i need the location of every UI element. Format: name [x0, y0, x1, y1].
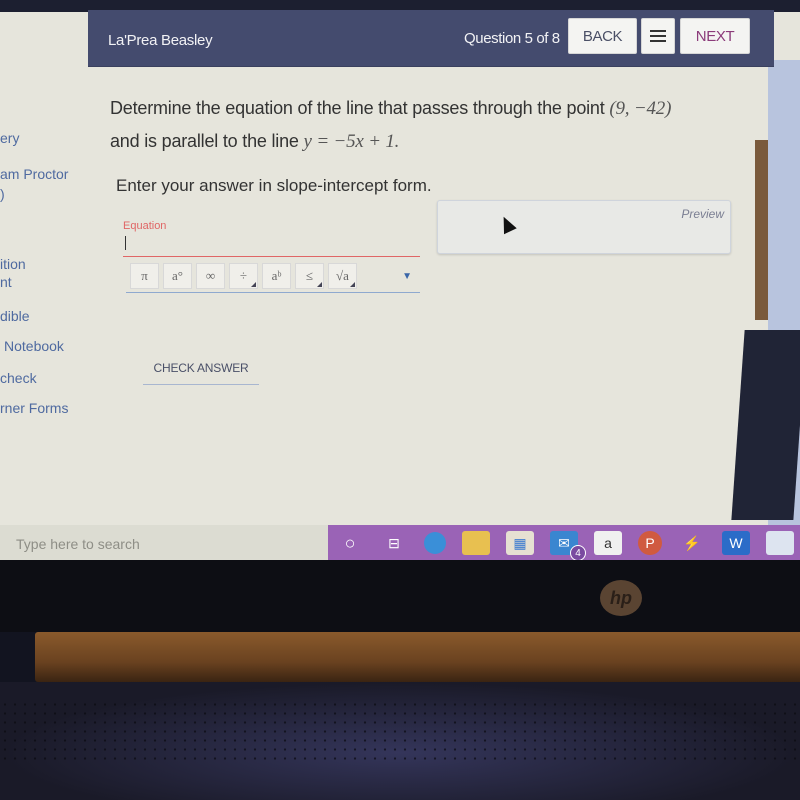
file-explorer-icon[interactable] [462, 531, 490, 555]
divide-button[interactable]: ÷ [229, 263, 258, 289]
chevron-down-icon[interactable]: ▼ [402, 271, 412, 282]
point-math: (9, −42) [609, 98, 672, 119]
instruction: Enter your answer in slope-intercept for… [116, 176, 432, 195]
amazon-icon[interactable]: a [594, 531, 622, 555]
prompt-text: Determine the equation of the line that … [110, 98, 610, 118]
screen: La'Prea Beasley Question 5 of 8 BACK NEX… [0, 0, 800, 560]
line-equation-math: y = −5x + 1 [303, 131, 395, 152]
word-icon[interactable]: W [722, 531, 750, 555]
next-button[interactable]: NEXT [680, 18, 750, 54]
store-icon[interactable]: ▦ [506, 531, 534, 555]
exponent-button[interactable]: aᵇ [262, 263, 291, 289]
infinity-button[interactable]: ∞ [196, 263, 225, 289]
preview-label: Preview [681, 207, 724, 221]
degree-button[interactable]: a° [163, 263, 192, 289]
hp-logo: hp [600, 580, 642, 616]
cortana-icon[interactable]: ○ [336, 531, 364, 555]
lightning-app-icon[interactable]: ⚡ [678, 531, 706, 555]
equation-label: Equation [123, 220, 167, 232]
check-answer-button[interactable]: CHECK ANSWER [143, 360, 259, 385]
powerpoint-icon[interactable]: P [638, 531, 662, 555]
question-counter: Question 5 of 8 [464, 30, 560, 47]
sqrt-button[interactable]: √a [328, 263, 357, 289]
prompt-text: and is parallel to the line [110, 131, 304, 151]
sidebar-item[interactable]: am Proctor [0, 166, 68, 182]
taskbar-apps: ○ ⊟ ▦ ✉ 4 a P ⚡ W [336, 529, 794, 560]
student-name: La'Prea Beasley [108, 32, 213, 49]
speaker-grille [0, 700, 800, 760]
question-menu-button[interactable] [641, 18, 675, 54]
assessment-header: La'Prea Beasley Question 5 of 8 BACK NEX… [88, 10, 774, 67]
sidebar-item[interactable]: nt [0, 274, 12, 290]
sidebar-item[interactable]: Notebook [4, 338, 64, 354]
equation-input[interactable] [123, 232, 420, 257]
search-placeholder: Type here to search [16, 536, 140, 552]
sidebar-item[interactable]: check [0, 370, 37, 386]
sidebar-item[interactable]: dible [0, 308, 30, 324]
pi-button[interactable]: π [130, 263, 159, 289]
task-view-icon[interactable]: ⊟ [380, 531, 408, 555]
less-equal-button[interactable]: ≤ [295, 263, 324, 289]
math-toolbar: π a° ∞ ÷ aᵇ ≤ √a ▼ [126, 260, 420, 293]
sidebar-item[interactable]: ery [0, 130, 19, 146]
sidebar-item[interactable]: ition [0, 256, 26, 272]
list-icon [650, 30, 666, 42]
app-icon[interactable] [766, 531, 794, 555]
question-prompt: Determine the equation of the line that … [110, 92, 750, 158]
laptop-hinge [35, 632, 800, 682]
sidebar-item[interactable]: ) [0, 186, 5, 202]
taskbar-search[interactable]: Type here to search [0, 525, 328, 560]
back-button[interactable]: BACK [568, 18, 637, 54]
edge-icon[interactable] [424, 532, 446, 554]
text-caret [125, 236, 126, 250]
background-dark [731, 330, 800, 520]
mail-icon[interactable]: ✉ 4 [550, 531, 586, 560]
taskbar: Type here to search ○ ⊟ ▦ ✉ 4 a P ⚡ W [0, 525, 800, 560]
period: . [394, 131, 400, 152]
sidebar-item[interactable]: rner Forms [0, 400, 68, 416]
preview-box: Preview [437, 200, 731, 254]
mail-badge: 4 [570, 545, 586, 560]
laptop-bezel [0, 560, 800, 632]
